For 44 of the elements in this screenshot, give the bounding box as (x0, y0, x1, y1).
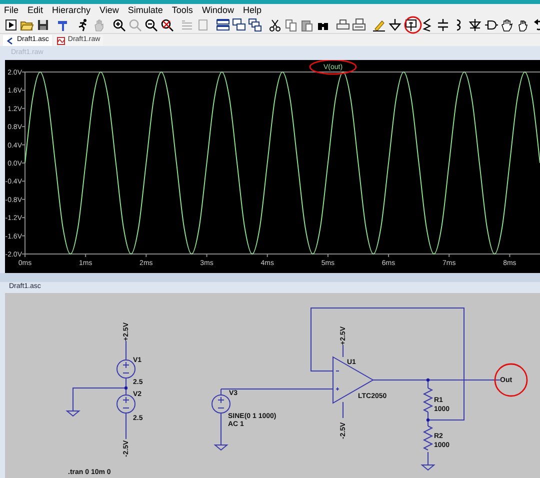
waveform-icon (56, 36, 65, 44)
schematic-icon (6, 36, 14, 44)
run-icon[interactable] (4, 18, 18, 32)
wire (220, 412, 222, 446)
junction-dot (124, 386, 128, 390)
copy-icon[interactable] (284, 18, 298, 32)
paste-icon[interactable] (300, 18, 314, 32)
net-label-icon[interactable] (404, 18, 418, 32)
cascade-windows-icon[interactable] (248, 18, 262, 32)
menu-item[interactable]: Hierarchy (52, 4, 91, 18)
printer-icon[interactable] (336, 18, 350, 32)
menu-item[interactable]: View (100, 4, 119, 18)
ground-symbol (66, 410, 80, 417)
cut-icon[interactable] (268, 18, 282, 32)
voltage-source-symbol (116, 394, 136, 414)
component-icon[interactable] (484, 18, 498, 32)
drag-hand-icon[interactable] (500, 18, 514, 32)
printer-icon[interactable] (352, 18, 366, 32)
menu-item[interactable]: Simulate (128, 4, 163, 18)
zoom-out-icon[interactable] (144, 18, 158, 32)
capacitor-icon[interactable] (436, 18, 450, 32)
tile-windows-icon[interactable] (216, 18, 230, 32)
menu-item[interactable]: Window (202, 4, 234, 18)
menu-item[interactable]: File (4, 4, 19, 18)
zoom-cancel-icon[interactable] (160, 18, 174, 32)
annotation-circle (494, 363, 528, 397)
ground-icon[interactable] (388, 18, 402, 32)
annotation-circle (404, 16, 422, 34)
voltage-source-symbol (212, 394, 230, 414)
save-icon[interactable] (36, 18, 50, 32)
junction-dot (426, 418, 430, 422)
junction-dot (426, 378, 430, 382)
move-hand-icon[interactable] (516, 18, 530, 32)
menu-item[interactable]: Help (242, 4, 262, 18)
diode-icon[interactable] (468, 18, 482, 32)
ground-symbol (214, 444, 228, 451)
resistor-symbol (422, 388, 434, 412)
menu-item[interactable]: Edit (28, 4, 44, 18)
zoom-in-icon[interactable] (112, 18, 126, 32)
pencil-icon[interactable] (372, 18, 386, 32)
ground-symbol (420, 464, 436, 471)
resistor-symbol (422, 426, 434, 450)
menu-item[interactable]: Tools (172, 4, 193, 18)
cascade-windows-icon[interactable] (232, 18, 246, 32)
